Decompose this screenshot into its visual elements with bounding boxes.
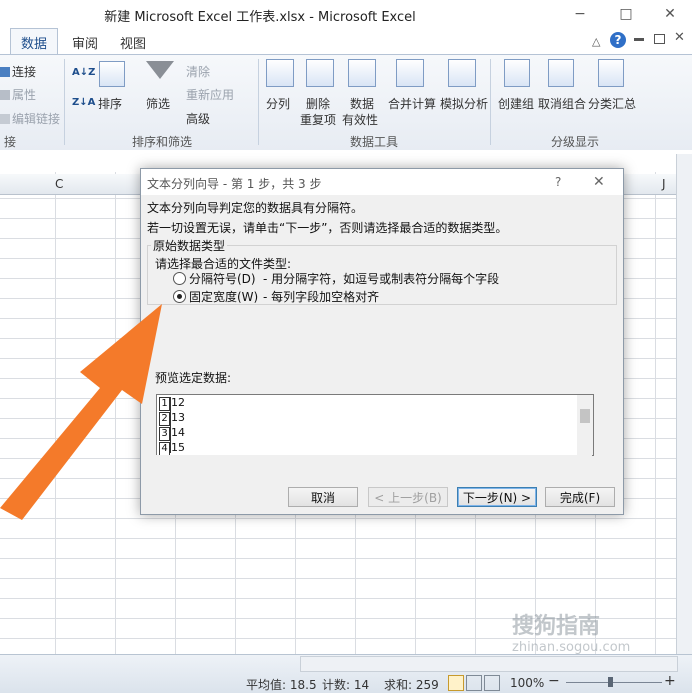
data-validation-label-1[interactable]: 数据 — [350, 95, 374, 112]
outline-group-label: 分级显示 — [550, 135, 599, 149]
what-if-analysis-button[interactable]: 模拟分析 — [440, 95, 488, 112]
vertical-scrollbar[interactable] — [676, 154, 692, 654]
dialog-close-button[interactable]: ✕ — [593, 174, 605, 190]
cancel-button[interactable]: 取消 — [288, 487, 358, 507]
status-average: 平均值: 18.5 — [246, 678, 317, 692]
fixed-width-label[interactable]: 固定宽度(W) — [189, 288, 258, 305]
preview-scroll-thumb[interactable] — [580, 409, 590, 423]
tab-data[interactable]: 数据 — [10, 28, 59, 54]
delimited-label[interactable]: 分隔符号(D) — [189, 270, 256, 287]
edit-links-label: 编辑链接 — [12, 112, 61, 126]
zoom-out-button[interactable]: − — [548, 673, 560, 689]
reapply-button[interactable]: 重新应用 — [186, 86, 234, 103]
remove-duplicates-icon[interactable] — [306, 59, 334, 87]
window-title: 新建 Microsoft Excel 工作表.xlsx - Microsoft … — [104, 10, 416, 25]
advanced-button[interactable]: 高级 — [186, 110, 210, 127]
text-to-columns-button[interactable]: 分列 — [266, 95, 290, 112]
orange-arrow-icon — [0, 304, 162, 520]
remove-duplicates-label-2[interactable]: 重复项 — [300, 111, 336, 128]
help-icon[interactable]: ? — [610, 32, 626, 48]
zoom-slider[interactable] — [566, 682, 662, 683]
text-to-columns-dialog: 文本分列向导 - 第 1 步，共 3 步 ? ✕ 文本分列向导判定您的数据具有分… — [140, 168, 624, 515]
sort-descending-button[interactable]: Z↓A — [72, 97, 95, 108]
properties-icon — [0, 90, 10, 100]
title-bar: 新建 Microsoft Excel 工作表.xlsx - Microsoft … — [0, 0, 692, 28]
dialog-line-1: 文本分列向导判定您的数据具有分隔符。 — [147, 201, 364, 215]
tab-review[interactable]: 审阅 — [72, 33, 98, 52]
zoom-level[interactable]: 100% — [510, 676, 544, 690]
edit-links-icon — [0, 114, 10, 124]
what-if-analysis-icon[interactable] — [448, 59, 476, 87]
filter-icon[interactable] — [146, 61, 174, 79]
dialog-help-button[interactable]: ? — [555, 175, 561, 189]
status-sum: 求和: 259 — [384, 678, 439, 692]
minimize-button[interactable]: − — [566, 4, 594, 24]
column-c-header[interactable]: C — [55, 177, 63, 191]
subtotal-button[interactable]: 分类汇总 — [588, 95, 636, 112]
clear-button[interactable]: 清除 — [186, 63, 210, 80]
close-button[interactable]: ✕ — [656, 4, 684, 24]
status-count: 计数: 14 — [322, 678, 370, 692]
sort-filter-group-label: 排序和筛选 — [131, 135, 192, 149]
horizontal-scrollbar[interactable] — [300, 656, 678, 672]
fixed-width-description: - 每列字段加空格对齐 — [263, 290, 380, 304]
normal-view-icon[interactable] — [448, 675, 464, 691]
group-button[interactable]: 创建组 — [498, 95, 534, 112]
consolidate-icon[interactable] — [396, 59, 424, 87]
ribbon-tabs: 数据 审阅 视图 △ ? ✕ — [0, 28, 692, 54]
dialog-title: 文本分列向导 - 第 1 步，共 3 步 — [147, 177, 322, 191]
maximize-button[interactable]: □ — [612, 4, 640, 24]
sort-ascending-button[interactable]: A↓Z — [72, 67, 95, 78]
preview-horizontal-scrollbar[interactable] — [156, 455, 592, 467]
dialog-line-2: 若一切设置无误，请单击“下一步”，否则请选择最合适的数据类型。 — [147, 221, 508, 235]
data-validation-label-2[interactable]: 有效性 — [342, 111, 378, 128]
watermark-url: zhinan.sogou.com — [512, 640, 631, 655]
close-icon[interactable]: ✕ — [674, 30, 685, 45]
filter-button[interactable]: 筛选 — [146, 95, 170, 112]
edit-links-item[interactable]: 编辑链接 — [0, 110, 60, 127]
delimited-radio[interactable] — [173, 272, 186, 285]
column-j-header[interactable]: J — [662, 177, 666, 191]
consolidate-button[interactable]: 合并计算 — [388, 95, 436, 112]
properties-label: 属性 — [12, 88, 37, 102]
remove-duplicates-label-1[interactable]: 删除 — [306, 95, 330, 112]
delimited-description: - 用分隔字符，如逗号或制表符分隔每个字段 — [263, 272, 500, 286]
window-minimize-icon[interactable] — [634, 38, 644, 41]
link-icon — [0, 67, 10, 77]
page-break-view-icon[interactable] — [484, 675, 500, 691]
sort-button[interactable]: 排序 — [98, 95, 122, 112]
window-restore-icon[interactable] — [654, 34, 665, 44]
ungroup-button[interactable]: 取消组合 — [538, 95, 586, 112]
back-button[interactable]: < 上一步(B) — [368, 487, 448, 507]
caret-up-icon[interactable]: △ — [592, 35, 600, 48]
sort-icon[interactable] — [99, 61, 125, 87]
preview-box[interactable]: 1 12 2 13 3 14 4 15 — [156, 394, 594, 456]
zoom-slider-thumb[interactable] — [608, 677, 613, 687]
preview-vertical-scrollbar[interactable] — [577, 395, 593, 455]
tab-view[interactable]: 视图 — [120, 33, 146, 52]
subtotal-icon[interactable] — [598, 59, 624, 87]
connections-group-label: 接 — [3, 135, 16, 149]
ribbon: 连接 属性 编辑链接 接 A↓Z Z↓A 排序 筛选 清除 重新应用 高级 排序… — [0, 54, 692, 152]
zoom-in-button[interactable]: + — [664, 673, 676, 689]
group-icon[interactable] — [504, 59, 530, 87]
finish-button[interactable]: 完成(F) — [545, 487, 615, 507]
page-layout-view-icon[interactable] — [466, 675, 482, 691]
text-to-columns-icon[interactable] — [266, 59, 294, 87]
data-tools-group-label: 数据工具 — [349, 135, 398, 149]
watermark-text: 搜狗指南 — [512, 614, 601, 639]
connections-label: 连接 — [12, 65, 37, 79]
dialog-title-bar: 文本分列向导 - 第 1 步，共 3 步 ? ✕ — [141, 169, 623, 195]
ungroup-icon[interactable] — [548, 59, 574, 87]
properties-item[interactable]: 属性 — [0, 86, 36, 103]
data-validation-icon[interactable] — [348, 59, 376, 87]
next-button[interactable]: 下一步(N) > — [457, 487, 537, 507]
connections-item[interactable]: 连接 — [0, 63, 36, 80]
data-type-group-title: 原始数据类型 — [151, 237, 228, 254]
